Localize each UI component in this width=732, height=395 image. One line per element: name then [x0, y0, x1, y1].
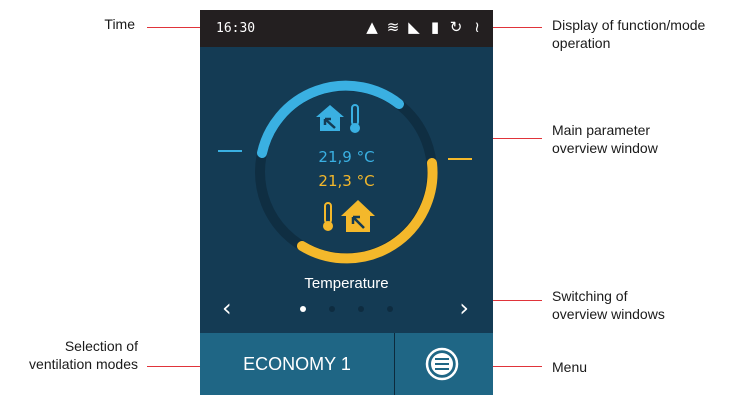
temperature-gauge [218, 80, 472, 264]
defrost-icon: ≋ [386, 18, 400, 36]
overview-window-title: Temperature [304, 275, 389, 292]
callout-switching: Switching of overview windows [552, 287, 732, 323]
leader-line-function-display [488, 27, 542, 28]
indoor-temperature: 21,9 °C [318, 148, 375, 166]
time-display: 16:30 [216, 21, 256, 36]
indoor-thermometer-icon [350, 104, 360, 133]
callout-ventilation-modes: Selection of ventilation modes [0, 337, 138, 373]
callout-time-text: Time [104, 16, 135, 32]
leader-line-modes [147, 366, 200, 367]
luggage-icon: ▮ [430, 18, 440, 36]
callout-modes-line1: Selection of [64, 338, 138, 354]
callout-function-line2: operation [552, 35, 611, 51]
callout-menu-text: Menu [552, 359, 588, 375]
status-icons: ▲ ≋ ◣ ▮ ↻ ≀ [364, 18, 485, 36]
device-screen: 16:30 ▲ ≋ ◣ ▮ ↻ ≀ 21,9 °C 21,3 °C Temper… [200, 10, 493, 395]
leader-line-time [147, 27, 200, 28]
callout-switching-line1: Switching of [552, 288, 628, 304]
menu-button[interactable] [395, 333, 493, 395]
status-bar: 16:30 ▲ ≋ ◣ ▮ ↻ ≀ [200, 10, 493, 47]
callout-main-line2: overview window [552, 140, 658, 156]
outdoor-thermometer-icon [323, 202, 333, 231]
recirculation-icon: ↻ [449, 18, 463, 36]
boost-icon: ◣ [408, 18, 420, 36]
callout-menu: Menu [552, 358, 652, 376]
callout-function-display: Display of function/mode operation [552, 16, 732, 52]
ventilation-mode-button[interactable]: ECONOMY 1 [200, 333, 394, 395]
page-dot-2[interactable] [329, 306, 335, 312]
menu-icon [425, 347, 459, 381]
callout-modes-line2: ventilation modes [29, 356, 138, 372]
indoor-house-icon [316, 105, 344, 131]
warning-icon: ▲ [366, 18, 378, 36]
callout-main-window: Main parameter overview window [552, 121, 732, 157]
outdoor-house-icon [341, 200, 375, 232]
outdoor-temperature: 21,3 °C [318, 172, 375, 190]
callout-function-line1: Display of function/mode [552, 17, 706, 33]
page-dot-3[interactable] [358, 306, 364, 312]
page-dot-1[interactable] [300, 306, 306, 312]
callout-time: Time [80, 15, 135, 33]
callout-switching-line2: overview windows [552, 306, 665, 322]
page-indicator [200, 306, 493, 312]
heater-icon: ≀ [474, 18, 480, 36]
callout-main-line1: Main parameter [552, 122, 651, 138]
page-dot-4[interactable] [387, 306, 393, 312]
